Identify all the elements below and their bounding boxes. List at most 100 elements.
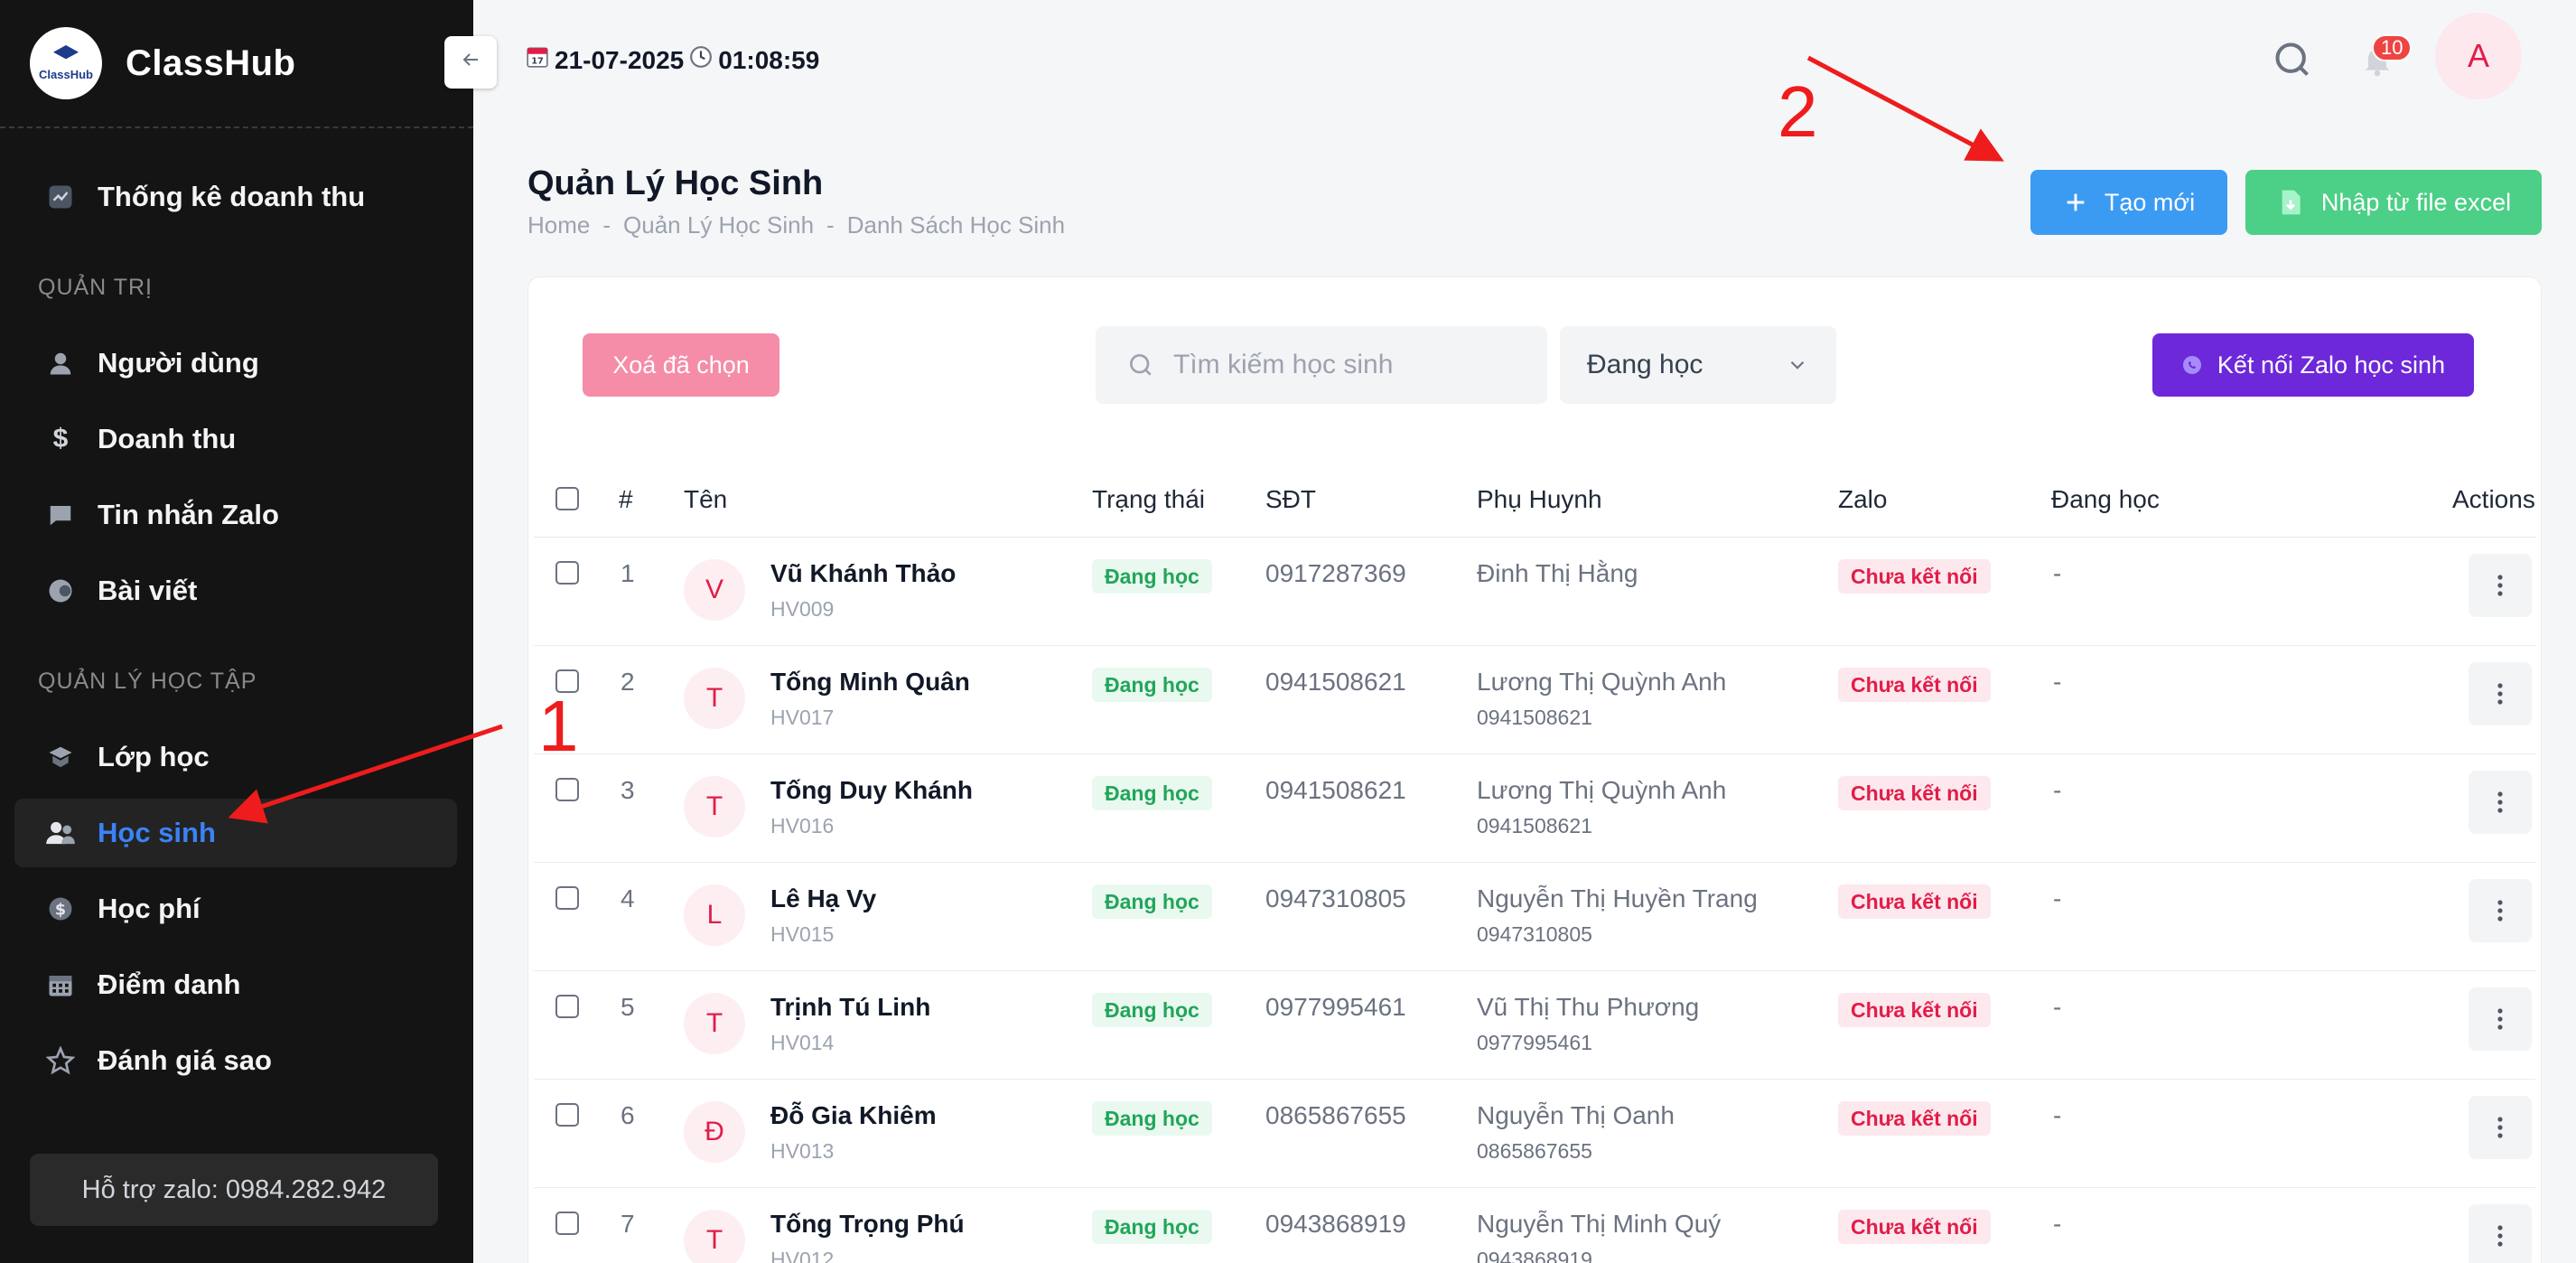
row-checkbox[interactable] <box>555 561 579 585</box>
sidebar-item-classes[interactable]: Lớp học <box>14 723 457 791</box>
studying-class: - <box>2053 668 2062 696</box>
table-row[interactable]: 7 T Tống Trọng Phú HV012 Đang học 094386… <box>534 1188 2535 1263</box>
student-avatar: T <box>684 1210 745 1263</box>
table-row[interactable]: 4 L Lê Hạ Vy HV015 Đang học 0947310805 N… <box>534 863 2535 971</box>
header-zalo[interactable]: Zalo <box>1838 485 1887 514</box>
header-parent[interactable]: Phụ Huynh <box>1477 485 1602 514</box>
row-actions-button[interactable] <box>2469 662 2532 725</box>
annotation-label-1: 1 <box>538 686 579 766</box>
row-checkbox[interactable] <box>555 886 579 910</box>
student-search[interactable] <box>1096 326 1547 404</box>
table-header: # Tên Trạng thái SĐT Phụ Huynh Zalo Đang… <box>534 463 2535 538</box>
parent-phone: 0943868919 <box>1477 1248 1592 1263</box>
breadcrumb-home[interactable]: Home <box>527 211 590 239</box>
collapse-sidebar-button[interactable] <box>444 36 497 89</box>
select-all-checkbox[interactable] <box>555 487 579 510</box>
header-studying[interactable]: Đang học <box>2051 485 2160 514</box>
sidebar-item-users[interactable]: Người dùng <box>14 329 457 398</box>
parent-phone: 0941508621 <box>1477 814 1592 837</box>
student-avatar: L <box>684 884 745 946</box>
row-actions-button[interactable] <box>2469 987 2532 1051</box>
header-status[interactable]: Trạng thái <box>1092 485 1205 514</box>
user-icon <box>45 348 76 379</box>
student-phone: 0917287369 <box>1265 559 1406 587</box>
sidebar-item-star-rating[interactable]: Đánh giá sao <box>14 1026 457 1095</box>
zalo-support[interactable]: Hỗ trợ zalo: 0984.282.942 <box>30 1154 438 1226</box>
row-actions-button[interactable] <box>2469 1096 2532 1159</box>
create-new-button[interactable]: Tạo mới <box>2030 170 2227 235</box>
breadcrumb-separator: - <box>826 211 835 239</box>
student-avatar: V <box>684 559 745 621</box>
user-avatar[interactable]: A <box>2435 13 2522 99</box>
sidebar-item-revenue[interactable]: $ Doanh thu <box>14 405 457 473</box>
header-name[interactable]: Tên <box>684 485 727 514</box>
row-actions-button[interactable] <box>2469 879 2532 942</box>
parent-name: Vũ Thị Thu Phương <box>1477 993 1700 1021</box>
student-code: HV009 <box>770 597 835 621</box>
sidebar-item-label: Đánh giá sao <box>98 1044 272 1076</box>
global-search-button[interactable] <box>2273 40 2312 80</box>
student-name[interactable]: Trịnh Tú Linh <box>770 993 930 1022</box>
parent-name: Lương Thị Quỳnh Anh <box>1477 776 1727 804</box>
studying-class: - <box>2053 559 2062 587</box>
student-search-input[interactable] <box>1173 350 1535 380</box>
delete-selected-button[interactable]: Xoá đã chọn <box>583 333 779 397</box>
breadcrumb-student-management[interactable]: Quản Lý Học Sinh <box>623 211 814 239</box>
sidebar-item-attendance[interactable]: Điểm danh <box>14 950 457 1019</box>
row-checkbox[interactable] <box>555 995 579 1018</box>
import-excel-label: Nhập từ file excel <box>2320 188 2512 216</box>
header-phone[interactable]: SĐT <box>1265 485 1316 514</box>
connect-zalo-button[interactable]: Kết nối Zalo học sinh <box>2152 333 2474 397</box>
sidebar-item-tuition[interactable]: $ Học phí <box>14 875 457 943</box>
status-filter-select[interactable]: Đang học <box>1560 326 1836 404</box>
header-actions: Actions <box>2452 485 2535 513</box>
sidebar-item-zalo-messages[interactable]: Tin nhắn Zalo <box>14 481 457 549</box>
studying-class: - <box>2053 993 2062 1021</box>
parent-name: Nguyễn Thị Huyền Trang <box>1477 884 1758 912</box>
sidebar-item-revenue-stats[interactable]: Thống kê doanh thu <box>14 163 457 231</box>
student-name[interactable]: Tống Trọng Phú <box>770 1210 965 1239</box>
row-checkbox[interactable] <box>555 778 579 801</box>
student-name[interactable]: Tống Minh Quân <box>770 668 970 697</box>
student-phone: 0941508621 <box>1265 668 1406 696</box>
sidebar-item-students[interactable]: Học sinh <box>14 799 457 867</box>
sidebar-item-label: Điểm danh <box>98 968 241 1000</box>
table-row[interactable]: 2 T Tống Minh Quân HV017 Đang học 094150… <box>534 646 2535 754</box>
annotation-arrow-2 <box>1806 55 2004 162</box>
brand[interactable]: ClassHub ClassHub <box>0 0 473 128</box>
row-checkbox[interactable] <box>555 1212 579 1235</box>
table-row[interactable]: 1 V Vũ Khánh Thảo HV009 Đang học 0917287… <box>534 538 2535 646</box>
zalo-status-badge: Chưa kết nối <box>1838 668 1991 702</box>
sidebar-item-articles[interactable]: Bài viết <box>14 557 457 625</box>
table-row[interactable]: 3 T Tống Duy Khánh HV016 Đang học 094150… <box>534 754 2535 863</box>
sidebar-item-label: Học sinh <box>98 817 216 848</box>
sidebar-item-label: Doanh thu <box>98 423 237 454</box>
status-badge: Đang học <box>1092 559 1212 594</box>
student-code: HV017 <box>770 706 835 729</box>
row-actions-button[interactable] <box>2469 1204 2532 1263</box>
row-checkbox[interactable] <box>555 1103 579 1127</box>
sidebar-item-label: Học phí <box>98 893 201 924</box>
plus-icon <box>2067 193 2085 211</box>
student-name[interactable]: Lê Hạ Vy <box>770 884 876 913</box>
student-name[interactable]: Tống Duy Khánh <box>770 776 973 805</box>
search-icon <box>2275 42 2309 76</box>
logo-text: ClassHub <box>39 68 93 81</box>
chat-icon <box>45 500 76 530</box>
notification-count-badge: 10 <box>2372 34 2413 61</box>
row-actions-button[interactable] <box>2469 771 2532 834</box>
sidebar-item-label: Lớp học <box>98 741 210 772</box>
table-row[interactable]: 5 T Trịnh Tú Linh HV014 Đang học 0977995… <box>534 971 2535 1080</box>
student-name[interactable]: Vũ Khánh Thảo <box>770 559 956 588</box>
sidebar-item-label: Người dùng <box>98 347 259 379</box>
students-card: Xoá đã chọn Đang học Kết nối Zalo học si… <box>527 276 2542 1263</box>
more-vertical-icon <box>2497 683 2503 705</box>
import-excel-button[interactable]: Nhập từ file excel <box>2245 170 2542 235</box>
article-icon <box>45 575 76 606</box>
table-row[interactable]: 6 Đ Đỗ Gia Khiêm HV013 Đang học 08658676… <box>534 1080 2535 1188</box>
parent-phone: 0977995461 <box>1477 1031 1592 1054</box>
student-name[interactable]: Đỗ Gia Khiêm <box>770 1101 937 1130</box>
header-index: # <box>619 485 633 513</box>
connect-zalo-label: Kết nối Zalo học sinh <box>2217 351 2446 379</box>
row-actions-button[interactable] <box>2469 554 2532 617</box>
